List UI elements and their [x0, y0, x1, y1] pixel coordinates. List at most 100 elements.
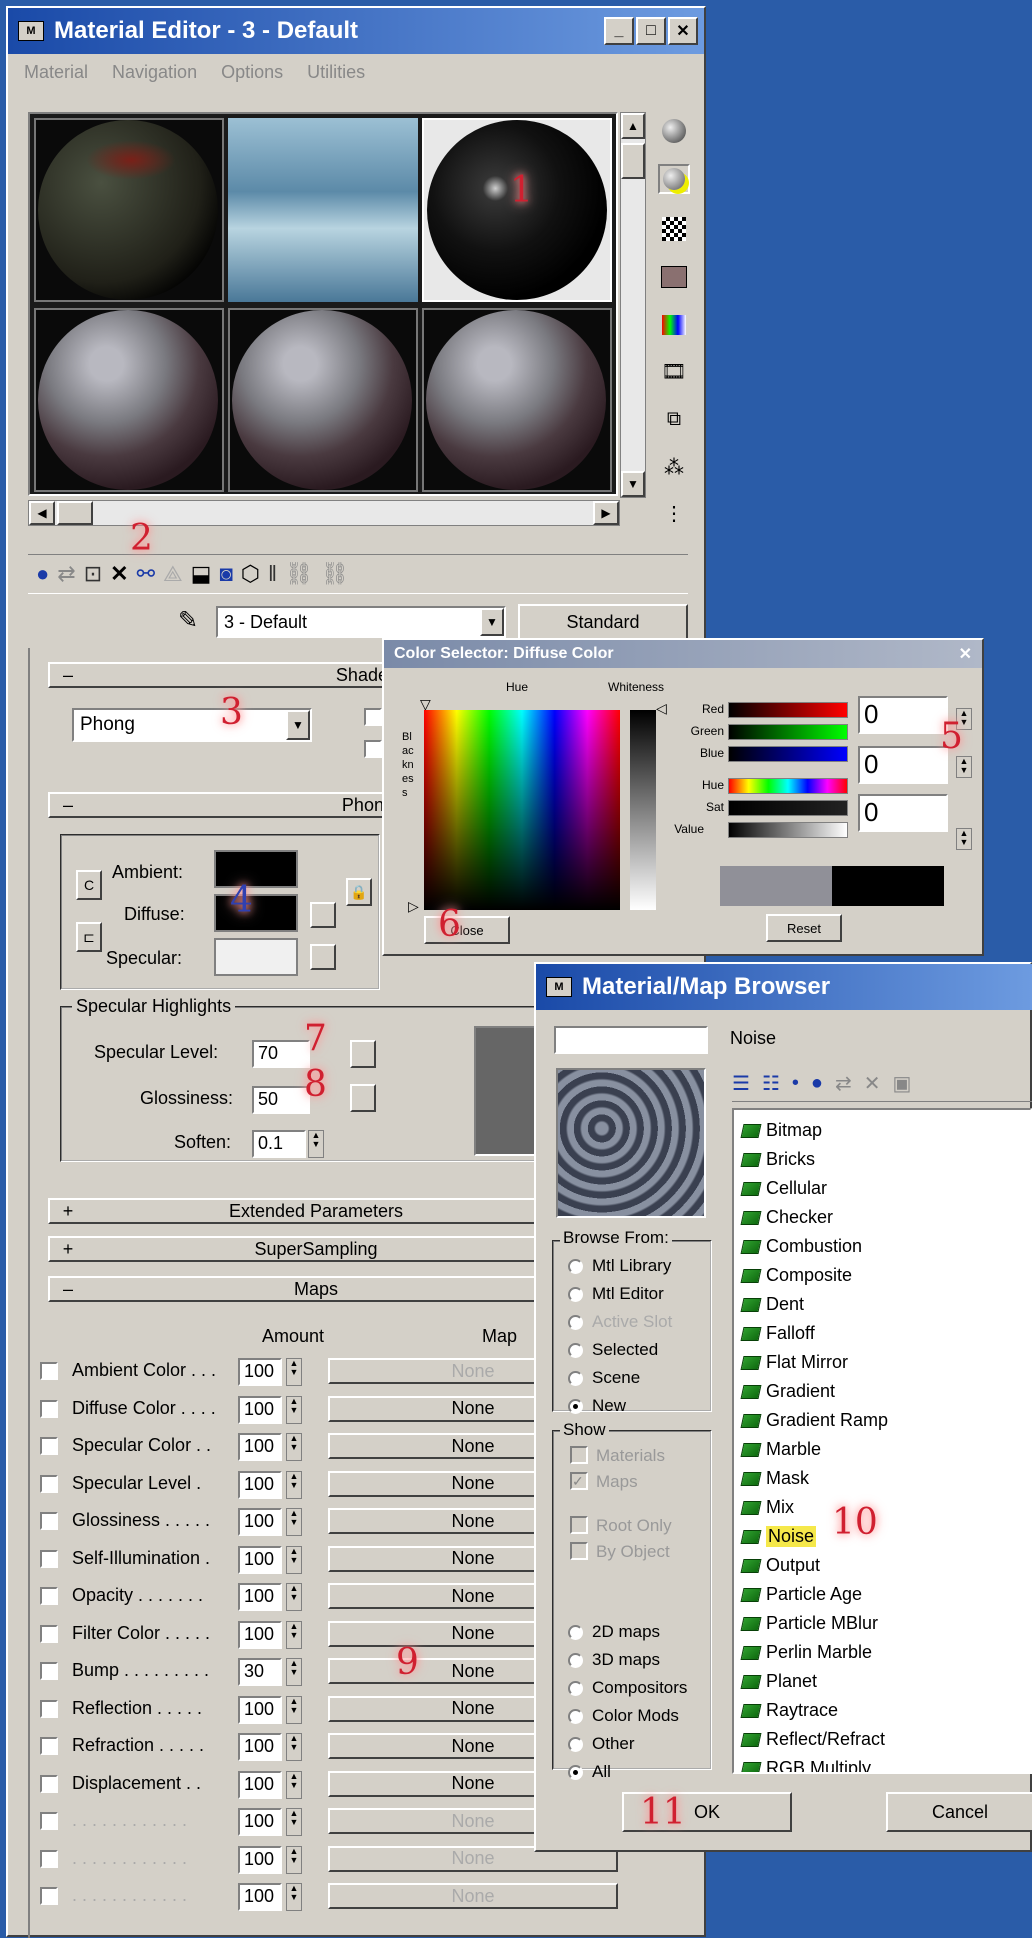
scroll-down-button[interactable]: ▼	[621, 471, 645, 497]
maximize-button[interactable]: □	[636, 17, 666, 45]
map-amount-field[interactable]: 100	[238, 1695, 282, 1724]
soften-field[interactable]: 0.1	[252, 1130, 306, 1158]
diffuse-lock-button[interactable]: ⊏	[76, 922, 102, 952]
root-only-checkbox[interactable]	[570, 1516, 588, 1534]
material-editor-titlebar[interactable]: M Material Editor - 3 - Default _ □ ✕	[8, 8, 704, 54]
specular-level-field[interactable]: 70	[252, 1040, 310, 1068]
sample-uv-tiling-icon[interactable]	[658, 262, 690, 292]
map-list-item[interactable]: Bitmap	[734, 1116, 1030, 1145]
scroll-right-button[interactable]: ▶	[593, 501, 619, 525]
glossiness-field[interactable]: 50	[252, 1086, 310, 1114]
map-enable-checkbox[interactable]	[40, 1549, 58, 1568]
map-amount-spinner[interactable]: ▲ ▼	[286, 1733, 302, 1761]
category-radio[interactable]	[568, 1765, 583, 1780]
map-amount-spinner[interactable]: ▲ ▼	[286, 1358, 302, 1386]
map-amount-field[interactable]: 100	[238, 1733, 282, 1761]
sample-slot-4[interactable]	[34, 308, 224, 492]
menu-material[interactable]: Material	[24, 62, 88, 83]
map-enable-checkbox[interactable]	[40, 1587, 58, 1605]
map-amount-field[interactable]: 100	[238, 1508, 282, 1536]
view-large-icons-icon[interactable]: ●	[811, 1072, 823, 1095]
map-list-item[interactable]: Bricks	[734, 1145, 1030, 1174]
scroll-thumb[interactable]	[621, 143, 645, 179]
browse-radio[interactable]	[568, 1371, 583, 1386]
eyedropper-icon[interactable]: ✎	[178, 606, 198, 635]
get-material-icon[interactable]: ●	[36, 561, 49, 587]
map-enable-checkbox[interactable]	[40, 1737, 58, 1755]
show-map-icon[interactable]: ◙	[219, 561, 232, 587]
go-forward-icon[interactable]: ⛓	[285, 561, 313, 587]
map-list-item[interactable]: Flat Mirror	[734, 1348, 1030, 1377]
category-radio[interactable]	[568, 1709, 583, 1724]
go-to-parent-icon[interactable]: ‖	[268, 561, 277, 587]
background-checker-icon[interactable]	[658, 214, 690, 244]
close-button[interactable]: Close	[424, 916, 510, 944]
map-list-item[interactable]: Falloff	[734, 1319, 1030, 1348]
view-list-icon[interactable]: ☰	[732, 1071, 750, 1096]
materials-checkbox[interactable]	[570, 1446, 588, 1464]
specular-level-map-button[interactable]	[350, 1040, 376, 1068]
sample-slot-1[interactable]	[34, 118, 224, 302]
lock-icon[interactable]: 🔒	[346, 878, 372, 906]
shader-dropdown[interactable]: Phong ▼	[72, 708, 312, 742]
map-enable-checkbox[interactable]	[40, 1849, 58, 1868]
green-spinner[interactable]: ▲ ▼	[956, 756, 972, 778]
menu-options[interactable]: Options	[221, 62, 283, 83]
map-list-item[interactable]: Gradient Ramp	[734, 1406, 1030, 1435]
map-enable-checkbox[interactable]	[40, 1512, 58, 1530]
map-amount-spinner[interactable]: ▲ ▼	[286, 1395, 302, 1424]
map-amount-spinner[interactable]: ▲ ▼	[286, 1583, 302, 1611]
category-radio[interactable]	[568, 1681, 583, 1696]
browse-radio[interactable]	[568, 1259, 583, 1274]
show-end-result-icon[interactable]: ⬡	[241, 561, 260, 587]
map-list[interactable]: Bitmap Bricks Cellular Checker Combustion Com…	[732, 1108, 1032, 1774]
wire-checkbox[interactable]	[364, 708, 382, 726]
close-icon[interactable]: ✕	[959, 644, 982, 664]
map-enable-checkbox[interactable]	[40, 1437, 58, 1455]
color-selector-titlebar[interactable]: Color Selector: Diffuse Color ✕	[384, 640, 982, 668]
options-icon[interactable]: ⧉	[658, 404, 690, 434]
map-amount-field[interactable]: 100	[238, 1395, 282, 1424]
color-slider[interactable]	[728, 724, 848, 740]
map-amount-field[interactable]: 100	[238, 1883, 282, 1911]
browse-radio[interactable]	[568, 1315, 583, 1330]
map-list-item[interactable]: Planet	[734, 1667, 1030, 1696]
map-amount-field[interactable]: 100	[238, 1808, 282, 1836]
map-amount-field[interactable]: 100	[238, 1433, 282, 1461]
glossiness-map-button[interactable]	[350, 1084, 376, 1112]
go-sibling-icon[interactable]: ⛓	[321, 561, 349, 587]
map-list-item[interactable]: Noise	[734, 1522, 1030, 1551]
blue-value-field[interactable]: 0	[858, 794, 948, 832]
category-radio[interactable]	[568, 1625, 583, 1640]
map-enable-checkbox[interactable]	[40, 1362, 58, 1380]
map-amount-spinner[interactable]: ▲ ▼	[286, 1508, 302, 1536]
map-list-item[interactable]: Gradient	[734, 1377, 1030, 1406]
clear-library-icon[interactable]: ▣	[893, 1071, 912, 1096]
ambient-color-swatch[interactable]	[214, 850, 298, 888]
maps-header[interactable]: – Maps	[48, 1276, 548, 1302]
category-radio[interactable]	[568, 1737, 583, 1752]
delete-from-library-icon[interactable]: ✕	[864, 1071, 881, 1096]
map-list-item[interactable]: Mask	[734, 1464, 1030, 1493]
map-amount-field[interactable]: 100	[238, 1770, 282, 1799]
map-enable-checkbox[interactable]	[40, 1662, 58, 1680]
map-amount-spinner[interactable]: ▲ ▼	[286, 1470, 302, 1499]
view-list-icons-icon[interactable]: ☷	[762, 1071, 780, 1096]
by-object-checkbox[interactable]	[570, 1542, 588, 1560]
green-value-field[interactable]: 0	[858, 746, 948, 784]
blackness-pointer-icon[interactable]: ▷	[408, 898, 419, 915]
map-list-item[interactable]: Checker	[734, 1203, 1030, 1232]
map-amount-field[interactable]: 100	[238, 1358, 282, 1386]
diffuse-map-button[interactable]	[310, 902, 336, 928]
supersampling-header[interactable]: + SuperSampling	[48, 1236, 548, 1262]
map-list-item[interactable]: Particle MBlur	[734, 1609, 1030, 1638]
chevron-down-icon[interactable]: ▼	[286, 710, 310, 740]
scroll-left-button[interactable]: ◀	[29, 501, 55, 525]
map-amount-spinner[interactable]: ▲ ▼	[286, 1883, 302, 1911]
material-effects-icon[interactable]: ⬓	[191, 561, 212, 587]
browser-titlebar[interactable]: M Material/Map Browser	[536, 964, 1032, 1010]
color-slider[interactable]	[728, 746, 848, 762]
put-to-scene-icon[interactable]: ⇄	[57, 561, 75, 587]
video-color-check-icon[interactable]	[658, 310, 690, 340]
maps-checkbox[interactable]: ✓	[570, 1472, 588, 1490]
